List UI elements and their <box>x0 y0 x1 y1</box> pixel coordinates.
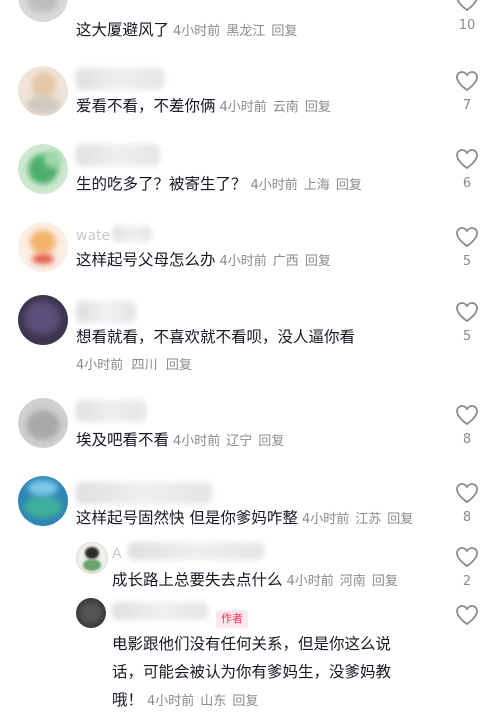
like-count: 6 <box>462 176 472 191</box>
like-button[interactable]: 8 <box>452 404 482 447</box>
reply-button[interactable]: 回复 <box>305 100 331 115</box>
like-count: 8 <box>462 432 472 447</box>
like-count: 5 <box>462 254 472 269</box>
reply-button[interactable]: 回复 <box>387 512 413 527</box>
comment-text: 想看就看，不喜欢就不看呗，没人逼你看 <box>76 328 356 346</box>
comment-text: 这样起号固然快 但是你爹妈咋整 4小时前 江苏 回复 <box>76 504 419 534</box>
reply-meta: 4小时前 山东 回复 <box>147 694 259 709</box>
avatar[interactable] <box>18 476 68 526</box>
username[interactable] <box>76 144 160 166</box>
comment-text: 埃及吧看不看 4小时前 辽宁 回复 <box>76 426 290 456</box>
author-badge: 作者 <box>216 610 248 628</box>
reply-button[interactable]: 回复 <box>305 254 331 269</box>
comment-meta: 4小时前 云南 回复 <box>219 100 331 115</box>
username[interactable] <box>76 68 164 90</box>
comment-meta: 4小时前 江苏 回复 <box>301 512 414 527</box>
like-button[interactable]: 6 <box>452 148 482 191</box>
reply-text-line: 电影跟他们没有任何关系，但是你这么说 <box>112 635 392 653</box>
comment-text: 生的吃多了？被寄生了？ 4小时前 上海 回复 <box>76 170 368 200</box>
avatar[interactable] <box>18 144 68 194</box>
avatar[interactable] <box>18 66 68 116</box>
avatar[interactable] <box>18 398 68 448</box>
avatar[interactable] <box>76 598 106 628</box>
reply-meta: 4小时前 河南 回复 <box>286 574 398 589</box>
reply-text: 成长路上总要失去点什么 4小时前 河南 回复 <box>112 566 404 596</box>
comment-meta: 4小时前 黑龙江 回复 <box>173 24 298 39</box>
comment-meta: 4小时前 辽宁 回复 <box>173 434 285 449</box>
username-blur <box>128 542 264 560</box>
username[interactable]: A <box>112 540 122 569</box>
reply-text-line: 哦！ 4小时前 山东 回复 <box>112 686 264 716</box>
like-button[interactable]: 7 <box>452 70 482 113</box>
like-count: 8 <box>462 510 472 525</box>
username[interactable] <box>76 482 212 504</box>
avatar[interactable] <box>76 542 108 574</box>
heart-icon <box>456 483 478 504</box>
comment-meta: 4小时前 四川 回复 <box>76 358 192 373</box>
like-button[interactable]: 5 <box>452 226 482 269</box>
like-button[interactable]: 2 <box>452 546 482 589</box>
reply-button[interactable]: 回复 <box>372 574 398 589</box>
reply-button[interactable]: 回复 <box>232 694 258 709</box>
heart-icon <box>456 605 478 626</box>
heart-icon <box>456 227 478 248</box>
comment-meta: 4小时前 广西 回复 <box>219 254 331 269</box>
username[interactable] <box>76 301 136 323</box>
heart-icon <box>456 149 478 170</box>
like-count: 5 <box>462 329 472 344</box>
username-blur <box>112 226 152 242</box>
like-button[interactable]: 10 <box>452 0 482 33</box>
reply-button[interactable]: 回复 <box>336 178 362 193</box>
username[interactable] <box>76 400 146 422</box>
heart-icon <box>456 547 478 568</box>
reply-button[interactable]: 回复 <box>271 24 297 39</box>
like-button[interactable]: 5 <box>452 301 482 344</box>
like-count: 2 <box>462 574 472 589</box>
like-button[interactable] <box>452 604 482 626</box>
heart-icon <box>456 71 478 92</box>
heart-icon <box>456 302 478 323</box>
like-count: 10 <box>458 18 476 33</box>
comment-meta: 4小时前 上海 回复 <box>250 178 362 193</box>
like-button[interactable]: 8 <box>452 482 482 525</box>
avatar[interactable] <box>18 222 68 272</box>
comment-text: 这样起号父母怎么办 4小时前 广西 回复 <box>76 246 337 276</box>
comment-text: 爱看不看，不差你俩 4小时前 云南 回复 <box>76 92 337 122</box>
heart-icon <box>456 0 478 12</box>
like-count: 7 <box>462 98 472 113</box>
reply-text-line: 话，可能会被认为你有爹妈生，没爹妈教 <box>112 663 392 681</box>
comment-text: 这大厦避风了 4小时前 黑龙江 回复 <box>76 16 303 46</box>
avatar[interactable] <box>18 0 68 22</box>
reply-button[interactable]: 回复 <box>166 358 192 373</box>
avatar[interactable] <box>18 295 68 345</box>
username[interactable] <box>112 602 208 620</box>
reply-button[interactable]: 回复 <box>258 434 284 449</box>
heart-icon <box>456 405 478 426</box>
